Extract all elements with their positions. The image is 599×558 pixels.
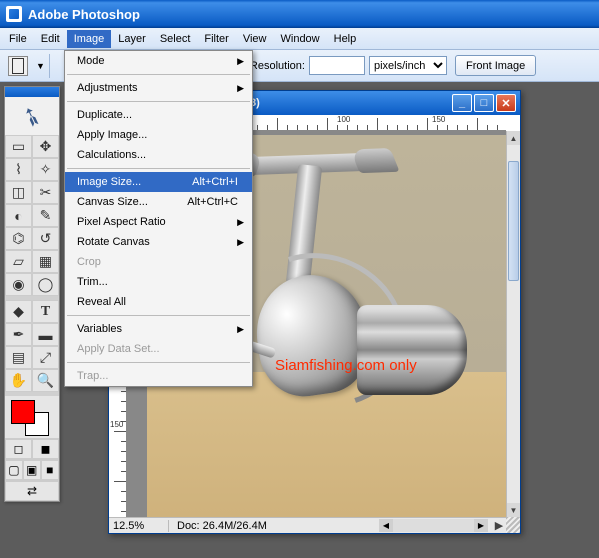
vertical-scrollbar[interactable]: ▲ ▼ <box>506 131 520 517</box>
submenu-arrow-icon: ▶ <box>237 324 244 335</box>
status-menu-arrow-icon[interactable]: ▶ <box>492 519 506 532</box>
menu-edit[interactable]: Edit <box>34 30 67 48</box>
magic-wand-tool[interactable]: ✧ <box>32 158 59 181</box>
hand-tool[interactable]: ✋ <box>5 369 32 392</box>
menu-layer[interactable]: Layer <box>111 30 153 48</box>
submenu-arrow-icon: ▶ <box>237 56 244 67</box>
menu-view[interactable]: View <box>236 30 274 48</box>
menu-item-adjustments[interactable]: Adjustments▶ <box>65 78 252 98</box>
shortcut-label: Alt+Ctrl+C <box>187 196 238 208</box>
lasso-tool[interactable]: ⌇ <box>5 158 32 181</box>
shape-tool[interactable]: ▬ <box>32 323 59 346</box>
submenu-arrow-icon: ▶ <box>237 217 244 228</box>
dodge-tool[interactable]: ◯ <box>32 273 59 296</box>
submenu-arrow-icon: ▶ <box>237 237 244 248</box>
image-menu-dropdown: Mode▶ Adjustments▶ Duplicate... Apply Im… <box>64 50 253 387</box>
toolbox-titlebar[interactable] <box>5 87 59 97</box>
menu-item-trap: Trap... <box>65 366 252 386</box>
scroll-right-arrow-icon[interactable]: ▶ <box>474 519 488 532</box>
document-statusbar: 12.5% Doc: 26.4M/26.4M ▶ ◀ ▶ <box>109 517 506 533</box>
screen-mode-full[interactable]: ■ <box>41 460 59 480</box>
scroll-down-arrow-icon[interactable]: ▼ <box>507 503 520 517</box>
slice-tool[interactable]: ✂ <box>32 181 59 204</box>
scroll-left-arrow-icon[interactable]: ◀ <box>379 519 393 532</box>
notes-tool[interactable]: ▤ <box>5 346 32 369</box>
crop-tool-icon[interactable] <box>8 56 28 76</box>
path-selection-tool[interactable]: ◆ <box>5 300 32 323</box>
horizontal-scrollbar[interactable]: ◀ ▶ <box>379 519 488 532</box>
menu-item-image-size[interactable]: Image Size...Alt+Ctrl+I <box>65 172 252 192</box>
menu-window[interactable]: Window <box>274 30 327 48</box>
shortcut-label: Alt+Ctrl+I <box>192 176 238 188</box>
menu-item-reveal-all[interactable]: Reveal All <box>65 292 252 312</box>
standard-mode-button[interactable]: ◻ <box>5 439 32 459</box>
brush-tool[interactable]: ✎ <box>32 204 59 227</box>
menu-item-trim[interactable]: Trim... <box>65 272 252 292</box>
menu-item-apply-data-set: Apply Data Set... <box>65 339 252 359</box>
menu-select[interactable]: Select <box>153 30 198 48</box>
pen-tool[interactable]: ✒ <box>5 323 32 346</box>
scrollbar-thumb[interactable] <box>508 161 519 281</box>
foreground-color-swatch[interactable] <box>11 400 35 424</box>
type-tool[interactable]: T <box>32 300 59 323</box>
menu-item-canvas-size[interactable]: Canvas Size...Alt+Ctrl+C <box>65 192 252 212</box>
menu-help[interactable]: Help <box>327 30 364 48</box>
photoshop-logo: ➶ <box>5 97 59 135</box>
menu-item-crop: Crop <box>65 252 252 272</box>
menu-item-variables[interactable]: Variables▶ <box>65 319 252 339</box>
front-image-button[interactable]: Front Image <box>455 55 536 76</box>
submenu-arrow-icon: ▶ <box>237 83 244 94</box>
clone-stamp-tool[interactable]: ⌬ <box>5 227 32 250</box>
menu-filter[interactable]: Filter <box>197 30 235 48</box>
app-icon <box>6 6 22 22</box>
marquee-tool[interactable]: ▭ <box>5 135 32 158</box>
resolution-input[interactable] <box>309 56 365 75</box>
resize-grip[interactable] <box>506 517 520 533</box>
healing-brush-tool[interactable]: ◐ <box>5 204 32 227</box>
app-title: Adobe Photoshop <box>28 7 140 22</box>
resolution-units-select[interactable]: pixels/inch <box>369 56 447 75</box>
menu-item-duplicate[interactable]: Duplicate... <box>65 105 252 125</box>
crop-tool[interactable]: ◫ <box>5 181 32 204</box>
menu-item-rotate-canvas[interactable]: Rotate Canvas▶ <box>65 232 252 252</box>
toolbox: ➶ ▭ ✥ ⌇ ✧ ◫ ✂ ◐ ✎ ⌬ ↺ ▱ ▦ ◉ ◯ ◆ T ✒ ▬ ▤ … <box>4 86 60 502</box>
imageready-button[interactable]: ⇄ <box>5 481 59 501</box>
eyedropper-tool[interactable]: ⤢ <box>32 346 59 369</box>
feather-icon: ➶ <box>16 98 47 135</box>
quickmask-mode-button[interactable]: ◼ <box>32 439 59 459</box>
menubar: File Edit Image Layer Select Filter View… <box>0 28 599 50</box>
history-brush-tool[interactable]: ↺ <box>32 227 59 250</box>
maximize-button[interactable]: □ <box>474 94 494 112</box>
color-swatches <box>5 396 59 438</box>
menu-item-calculations[interactable]: Calculations... <box>65 145 252 165</box>
app-titlebar: Adobe Photoshop <box>0 0 599 28</box>
screen-mode-standard[interactable]: ▢ <box>5 460 23 480</box>
blur-tool[interactable]: ◉ <box>5 273 32 296</box>
zoom-level-field[interactable]: 12.5% <box>109 520 169 532</box>
close-button[interactable]: ✕ <box>496 94 516 112</box>
menu-file[interactable]: File <box>2 30 34 48</box>
eraser-tool[interactable]: ▱ <box>5 250 32 273</box>
minimize-button[interactable]: _ <box>452 94 472 112</box>
menu-item-mode[interactable]: Mode▶ <box>65 51 252 71</box>
menu-image[interactable]: Image <box>67 30 112 48</box>
resolution-label: Resolution: <box>250 60 305 72</box>
gradient-tool[interactable]: ▦ <box>32 250 59 273</box>
menu-item-pixel-aspect[interactable]: Pixel Aspect Ratio▶ <box>65 212 252 232</box>
screen-mode-full-menus[interactable]: ▣ <box>23 460 41 480</box>
move-tool[interactable]: ✥ <box>32 135 59 158</box>
zoom-tool[interactable]: 🔍 <box>32 369 59 392</box>
menu-item-apply-image[interactable]: Apply Image... <box>65 125 252 145</box>
scroll-up-arrow-icon[interactable]: ▲ <box>507 131 520 145</box>
